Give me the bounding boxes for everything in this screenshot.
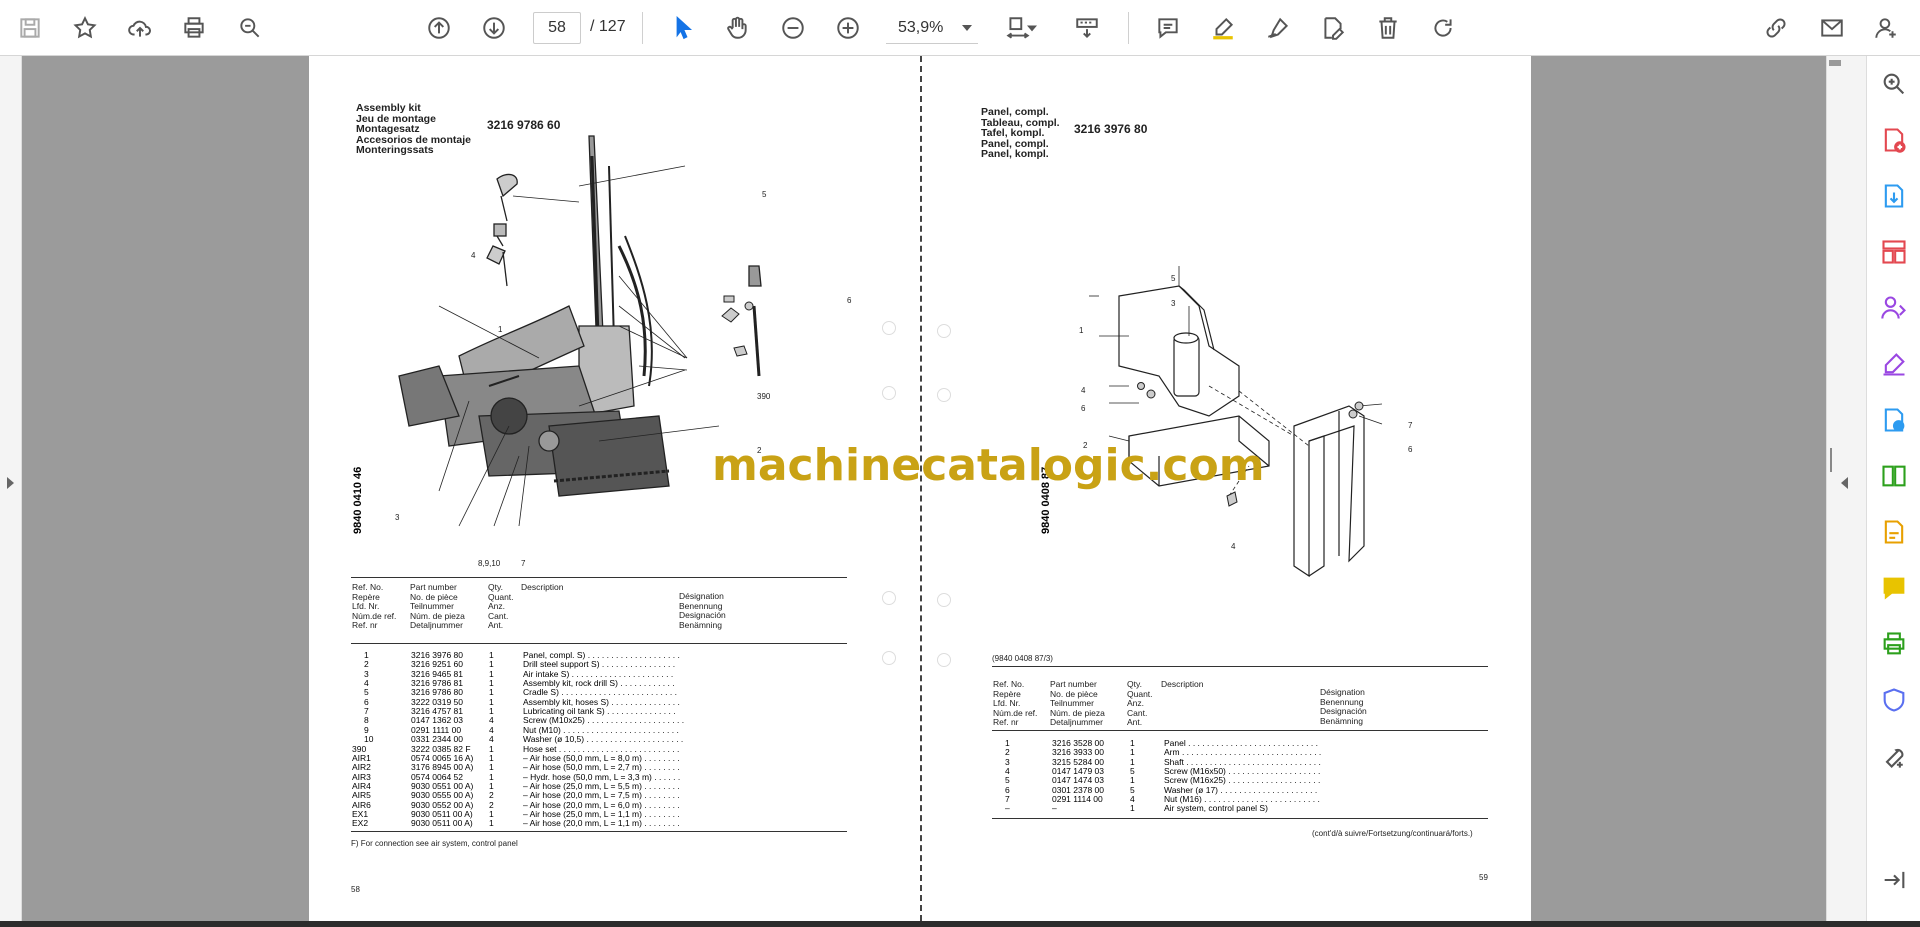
- right-header-ref: Ref. No. Repère Lfd. Nr. Núm.de ref. Ref. nr: [993, 679, 1038, 727]
- share-icon[interactable]: [1876, 290, 1912, 326]
- left-header-ref: Ref. No. Repère Lfd. Nr. Núm.de ref. Ref. nr: [352, 582, 397, 630]
- right-part-code: 3216 3976 80: [1074, 122, 1148, 136]
- right-callout: 6: [1081, 404, 1086, 413]
- highlight-pen-icon[interactable]: [1205, 10, 1241, 46]
- rotate-icon[interactable]: [1425, 10, 1461, 46]
- left-callout: 6: [847, 296, 852, 305]
- left-header-designation: Désignation Benennung Designación Benämning: [679, 591, 726, 630]
- table-cell: EX2: [352, 818, 369, 829]
- comment-panel-icon[interactable]: [1876, 570, 1912, 606]
- scroll-mode-icon[interactable]: [1069, 10, 1105, 46]
- page-up-icon[interactable]: [421, 10, 457, 46]
- organize-pages-icon[interactable]: [1876, 234, 1912, 270]
- edit-text-icon[interactable]: [1315, 10, 1351, 46]
- right-header-designation: Désignation Benennung Designación Benämning: [1320, 687, 1367, 726]
- table-cell: – Air hose (20,0 mm, L = 1,1 m) . . . . …: [523, 818, 680, 829]
- table-cell: 1: [1130, 803, 1135, 814]
- upload-icon[interactable]: [122, 10, 158, 46]
- left-callout: 390: [757, 392, 771, 401]
- protect-icon[interactable]: [1876, 682, 1912, 718]
- chevron-right-icon[interactable]: [6, 476, 16, 490]
- compare-icon[interactable]: [1876, 458, 1912, 494]
- table-cell: 0291 1114 00: [1052, 794, 1103, 805]
- export-pdf-icon[interactable]: [1876, 178, 1912, 214]
- right-page-number: 59: [1479, 873, 1488, 882]
- left-panel-toggle[interactable]: [0, 56, 22, 921]
- right-callout: 5: [1171, 274, 1176, 283]
- zoom-value: 53,9%: [898, 19, 944, 36]
- email-icon[interactable]: [1814, 10, 1850, 46]
- right-callout: 1: [1079, 326, 1084, 335]
- table-cell: 1: [489, 818, 494, 829]
- tools-pane: [1866, 56, 1920, 921]
- right-callout: 4: [1081, 386, 1086, 395]
- right-callout: 6: [1408, 445, 1413, 454]
- left-callout: 4: [471, 251, 476, 260]
- page-down-icon[interactable]: [476, 10, 512, 46]
- print-production-icon[interactable]: [1876, 626, 1912, 662]
- create-pdf-icon[interactable]: [1876, 122, 1912, 158]
- collapse-panel-icon[interactable]: [1876, 862, 1912, 898]
- right-header-part: Part number No. de pièce Teilnummer Núm. de…: [1050, 679, 1105, 727]
- comment-icon[interactable]: [1150, 10, 1186, 46]
- vertical-scrollbar[interactable]: [1826, 56, 1866, 921]
- left-callout: 5: [762, 190, 767, 199]
- draw-icon[interactable]: [1260, 10, 1296, 46]
- left-callout: 3: [395, 513, 400, 522]
- left-header-part: Part number No. de pièce Teilnummer Núm. de…: [410, 582, 465, 630]
- save-icon[interactable]: [12, 10, 48, 46]
- right-header-qty: Qty. Quant. Anz. Cant. Ant.: [1127, 679, 1153, 727]
- left-callout: 8,9,10: [478, 559, 501, 568]
- right-callout: 7: [1408, 421, 1413, 430]
- select-cursor-icon[interactable]: [665, 10, 701, 46]
- left-footnote: F) For connection see air system, contro…: [351, 839, 518, 848]
- send-for-review-icon[interactable]: [1876, 402, 1912, 438]
- chevron-down-icon[interactable]: [1022, 10, 1042, 46]
- right-callout: 3: [1171, 299, 1176, 308]
- table-cell: –: [1005, 803, 1010, 814]
- right-ref-note: (9840 0408 87/3): [992, 654, 1053, 663]
- more-tools-icon[interactable]: [1876, 738, 1912, 774]
- right-callout: 4: [1231, 542, 1236, 551]
- watermark-text: machinecatalogic.com: [712, 440, 1265, 491]
- left-header-qty: Qty. Quant. Anz. Cant. Ant.: [488, 582, 514, 630]
- left-header-desc: Description: [521, 582, 564, 592]
- delete-icon[interactable]: [1370, 10, 1406, 46]
- page-total: / 127: [590, 18, 626, 35]
- fill-sign-icon[interactable]: [1876, 346, 1912, 382]
- left-page-number: 58: [351, 885, 360, 894]
- hand-icon[interactable]: [719, 10, 755, 46]
- left-callout: 1: [498, 325, 503, 334]
- panel-illustration: [1089, 266, 1383, 578]
- zoom-select[interactable]: 53,9%: [886, 12, 978, 44]
- account-icon[interactable]: [1868, 10, 1904, 46]
- left-vertical-code: 9840 0410 46: [352, 466, 364, 534]
- right-continued-note: (cont'd/à suivre/Fortsetzung/continuará/…: [1312, 829, 1473, 838]
- right-header-desc: Description: [1161, 679, 1204, 689]
- main-toolbar: 58 / 127 53,9%: [0, 0, 1920, 56]
- zoom-in-icon[interactable]: [830, 10, 866, 46]
- table-cell: 9030 0511 00 A): [411, 818, 473, 829]
- zoom-icon[interactable]: [1876, 66, 1912, 102]
- table-cell: –: [1052, 803, 1057, 814]
- chevron-down-icon: [962, 25, 972, 31]
- chevron-left-icon[interactable]: [1839, 476, 1849, 490]
- status-bar: [0, 921, 1920, 927]
- zoom-out-icon[interactable]: [775, 10, 811, 46]
- scroll-thumb[interactable]: [1830, 448, 1832, 472]
- edit-pdf-icon[interactable]: [1876, 514, 1912, 550]
- table-cell: Air system, control panel S): [1164, 803, 1268, 814]
- scroll-top-marker: [1829, 60, 1841, 66]
- star-icon[interactable]: [67, 10, 103, 46]
- print-icon[interactable]: [176, 10, 212, 46]
- left-callout: 7: [521, 559, 526, 568]
- right-page-titles: Panel, compl. Tableau, compl. Tafel, kom…: [981, 106, 1060, 160]
- page-number-input[interactable]: 58: [533, 12, 581, 44]
- search-icon[interactable]: [232, 10, 268, 46]
- share-link-icon[interactable]: [1758, 10, 1794, 46]
